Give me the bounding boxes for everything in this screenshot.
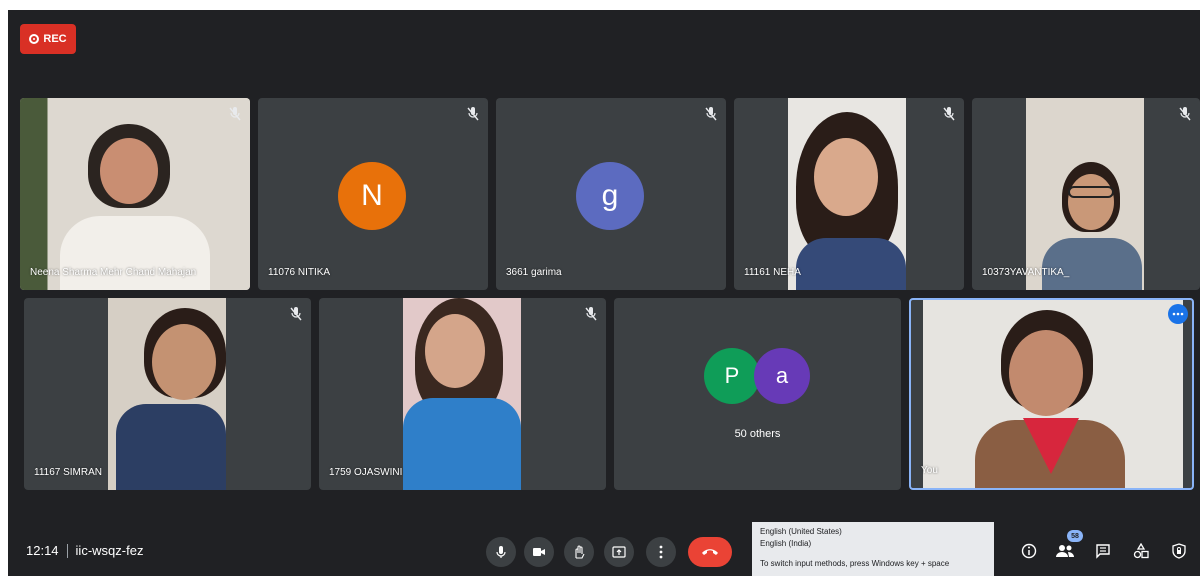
ime-hint: To switch input methods, press Windows k… xyxy=(760,559,950,568)
chat-button[interactable] xyxy=(1092,540,1114,562)
mic-off-icon xyxy=(289,306,303,322)
more-vert-icon[interactable] xyxy=(1168,304,1188,324)
hangup-icon xyxy=(702,549,718,555)
present-icon xyxy=(612,546,626,558)
mic-off-icon xyxy=(228,106,242,122)
participant-tile[interactable]: g 3661 garima xyxy=(496,98,726,290)
mic-off-icon xyxy=(1178,106,1192,122)
activities-button[interactable] xyxy=(1130,540,1152,562)
info-icon xyxy=(1021,543,1037,559)
participant-name: 11076 NITIKA xyxy=(268,267,331,278)
more-options-button[interactable] xyxy=(646,537,676,567)
camera-icon xyxy=(533,548,545,556)
people-button[interactable] xyxy=(1054,540,1076,562)
leave-call-button[interactable] xyxy=(688,537,732,567)
people-count-badge: 58 xyxy=(1067,530,1083,542)
recording-label: REC xyxy=(43,33,67,45)
participant-tile[interactable]: N 11076 NITIKA xyxy=(258,98,488,290)
participant-tile[interactable]: 10373YAVANTIKA_ xyxy=(972,98,1200,290)
participant-tile[interactable]: 11167 SIMRAN xyxy=(24,298,311,490)
participant-name: 3661 garima xyxy=(506,267,562,278)
recording-indicator: REC xyxy=(20,24,76,54)
participant-avatar: N xyxy=(338,162,406,230)
record-icon xyxy=(29,34,40,44)
self-tile[interactable]: You xyxy=(909,298,1194,490)
mic-off-icon xyxy=(942,106,956,122)
participant-name: Neena Sharma Mehr Chand Mahajan xyxy=(30,267,197,278)
meet-screen: REC Neena Sharma Mehr Chand Mahajan N 11… xyxy=(8,10,1200,576)
meeting-time: 12:14 xyxy=(26,543,59,558)
chat-icon xyxy=(1096,544,1110,559)
mic-off-icon xyxy=(466,106,480,122)
meeting-info: 12:14 iic-wsqz-fez xyxy=(26,543,143,558)
participant-tile[interactable]: 11161 NEHA xyxy=(734,98,964,290)
meeting-details-button[interactable] xyxy=(1018,540,1040,562)
participant-name: 10373YAVANTIKA_ xyxy=(982,267,1070,278)
mic-icon xyxy=(496,546,506,558)
participant-avatar: P xyxy=(704,348,760,404)
participant-name: 1759 OJASWINI xyxy=(329,467,403,478)
hand-icon xyxy=(575,545,585,559)
raise-hand-button[interactable] xyxy=(564,537,594,567)
meeting-code: iic-wsqz-fez xyxy=(75,543,144,558)
activities-icon xyxy=(1133,543,1149,559)
present-button[interactable] xyxy=(604,537,634,567)
host-controls-button[interactable] xyxy=(1168,540,1190,562)
mic-off-icon xyxy=(584,306,598,322)
shield-lock-icon xyxy=(1172,543,1186,559)
ime-option[interactable]: English (India) xyxy=(760,538,986,550)
participant-name: 11161 NEHA xyxy=(744,267,801,278)
others-count: 50 others xyxy=(734,428,781,440)
ime-option[interactable]: English (United States) xyxy=(760,526,986,538)
participant-tile[interactable]: Neena Sharma Mehr Chand Mahajan xyxy=(20,98,250,290)
mic-off-icon xyxy=(704,106,718,122)
camera-button[interactable] xyxy=(524,537,554,567)
microphone-button[interactable] xyxy=(486,537,516,567)
participant-avatar: a xyxy=(754,348,810,404)
people-icon xyxy=(1056,545,1074,557)
more-vert-icon xyxy=(659,545,663,559)
participant-avatar: g xyxy=(576,162,644,230)
participant-name: 11167 SIMRAN xyxy=(34,467,102,478)
participant-tile[interactable]: 1759 OJASWINI xyxy=(319,298,606,490)
input-method-popup: English (United States) English (India) … xyxy=(752,522,994,576)
others-tile[interactable]: P a 50 others xyxy=(614,298,901,490)
participant-name: You xyxy=(921,465,938,476)
